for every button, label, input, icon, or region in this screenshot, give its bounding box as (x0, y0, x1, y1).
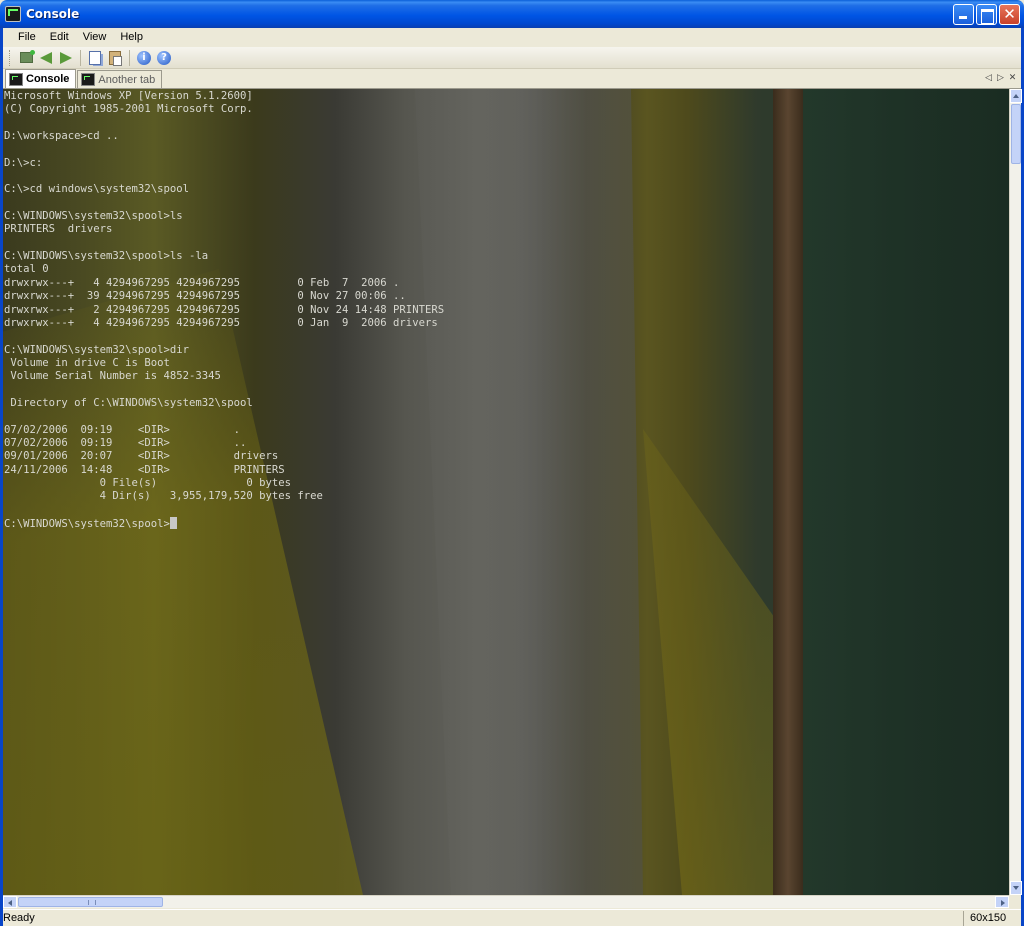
horizontal-scrollbar[interactable] (3, 895, 1009, 908)
terminal-line: Microsoft Windows XP [Version 5.1.2600] (4, 90, 253, 102)
toolbar-grip[interactable] (9, 49, 12, 66)
maximize-icon (977, 5, 996, 24)
window-title: Console (26, 7, 80, 21)
minimize-icon (954, 5, 973, 24)
new-tab-button[interactable] (17, 49, 35, 67)
console-area[interactable]: Microsoft Windows XP [Version 5.1.2600](… (3, 89, 1009, 895)
new-tab-icon (19, 50, 35, 63)
paste-button[interactable] (106, 49, 124, 67)
chevron-right-icon (1001, 900, 1005, 906)
help-icon: ? (157, 50, 171, 65)
terminal-line: 07/02/2006 09:19 <DIR> .. (4, 436, 247, 449)
chevron-left-icon (8, 900, 12, 906)
chevron-down-icon (1013, 886, 1019, 890)
terminal-line: drwxrwx---+ 4 4294967295 4294967295 0 Fe… (4, 276, 400, 289)
back-arrow-icon (40, 51, 52, 64)
terminal-line: Volume in drive C is Boot (4, 356, 170, 369)
forward-arrow-icon (60, 51, 72, 64)
horizontal-scroll-thumb[interactable] (18, 897, 163, 907)
console-tab-icon (9, 72, 23, 86)
terminal-prompt: C:\WINDOWS\system32\spool> (4, 518, 170, 530)
terminal-line: total 0 (4, 263, 49, 276)
scrollbar-corner (1009, 895, 1021, 908)
thumb-grip-icon (88, 900, 96, 905)
console-size: 60x150 (963, 910, 1021, 926)
terminal-line: PRINTERS drivers (4, 223, 113, 236)
tab-label: Console (26, 73, 70, 85)
terminal-line: 07/02/2006 09:19 <DIR> . (4, 423, 240, 436)
tab-label: Another tab (98, 73, 156, 86)
terminal-line: 09/01/2006 20:07 <DIR> drivers (4, 450, 279, 463)
toolbar-separator (129, 49, 130, 66)
terminal-line: C:\>cd windows\system32\spool (4, 183, 189, 196)
terminal-line: Volume Serial Number is 4852-3345 (4, 370, 221, 383)
terminal-prompt-line: C:\WINDOWS\system32\spool> (4, 517, 1004, 530)
terminal-line: 4 Dir(s) 3,955,179,520 bytes free (4, 490, 323, 503)
info-button[interactable]: i (135, 49, 153, 67)
tab-bar: Console Another tab ◁ ▷ ✕ (3, 69, 1021, 89)
status-bar: Ready 60x150 (3, 909, 1021, 926)
menu-help[interactable]: Help (113, 31, 150, 43)
terminal-line: C:\WINDOWS\system32\spool>ls (4, 210, 183, 223)
tab-scroll-left-icon[interactable]: ◁ (984, 72, 993, 83)
terminal-output[interactable]: Microsoft Windows XP [Version 5.1.2600](… (4, 90, 1004, 530)
scroll-right-button[interactable] (995, 896, 1009, 908)
previous-tab-button[interactable] (37, 49, 55, 67)
chevron-up-icon (1013, 94, 1019, 98)
scroll-left-button[interactable] (3, 896, 17, 908)
copy-button[interactable] (86, 49, 104, 67)
paste-icon (109, 50, 122, 66)
menu-edit[interactable]: Edit (43, 31, 76, 43)
close-button[interactable]: ✕ (999, 4, 1020, 25)
terminal-line: 24/11/2006 14:48 <DIR> PRINTERS (4, 463, 285, 476)
terminal-line: Directory of C:\WINDOWS\system32\spool (4, 396, 253, 409)
terminal-line: drwxrwx---+ 39 4294967295 4294967295 0 N… (4, 290, 406, 303)
status-text: Ready (3, 912, 35, 924)
terminal-line: drwxrwx---+ 2 4294967295 4294967295 0 No… (4, 303, 445, 316)
terminal-line: drwxrwx---+ 4 4294967295 4294967295 0 Ja… (4, 316, 438, 329)
next-tab-button[interactable] (57, 49, 75, 67)
maximize-button[interactable] (976, 4, 997, 25)
close-icon: ✕ (1003, 5, 1016, 23)
title-bar[interactable]: Console ✕ (0, 0, 1024, 28)
tab-console[interactable]: Console (5, 69, 77, 88)
help-button[interactable]: ? (155, 49, 173, 67)
console-app-icon[interactable] (5, 6, 21, 22)
console-tab-icon (81, 73, 96, 86)
terminal-line: D:\workspace>cd .. (4, 130, 119, 143)
scroll-down-button[interactable] (1010, 881, 1022, 895)
terminal-line: 0 File(s) 0 bytes (4, 476, 292, 489)
tab-navigation: ◁ ▷ ✕ (984, 72, 1017, 83)
tab-another[interactable]: Another tab (77, 70, 163, 88)
toolbar-separator (80, 49, 81, 66)
vertical-scroll-thumb[interactable] (1011, 104, 1021, 164)
terminal-line: C:\WINDOWS\system32\spool>ls -la (4, 250, 209, 263)
copy-icon (89, 50, 101, 65)
terminal-line: (C) Copyright 1985-2001 Microsoft Corp. (4, 103, 253, 116)
menu-file[interactable]: File (11, 31, 43, 43)
vertical-scrollbar[interactable] (1009, 89, 1022, 895)
toolbar: i ? (3, 47, 1021, 69)
window-controls: ✕ (953, 4, 1020, 25)
menu-bar: File Edit View Help (3, 28, 1021, 45)
tab-scroll-right-icon[interactable]: ▷ (996, 72, 1005, 83)
terminal-line: C:\WINDOWS\system32\spool>dir (4, 343, 189, 356)
info-icon: i (137, 50, 151, 65)
menu-view[interactable]: View (76, 31, 114, 43)
minimize-button[interactable] (953, 4, 974, 25)
text-cursor (169, 517, 177, 529)
scroll-up-button[interactable] (1010, 89, 1022, 103)
terminal-line: D:\>c: (4, 156, 43, 169)
close-tab-icon[interactable]: ✕ (1008, 72, 1017, 83)
